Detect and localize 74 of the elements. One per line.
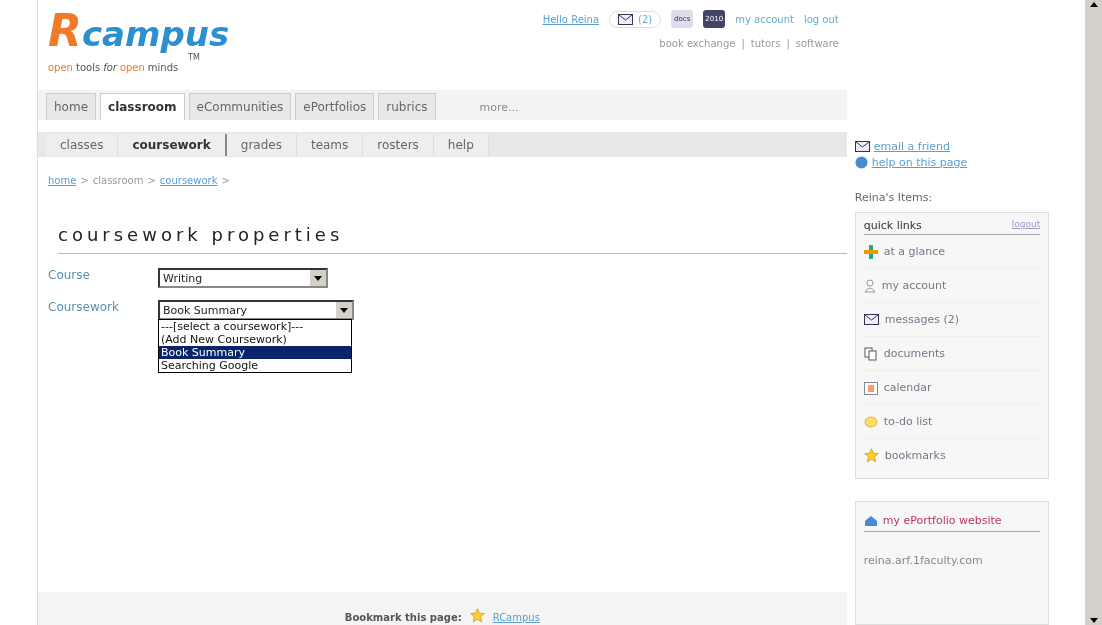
star-icon <box>863 448 879 463</box>
plus-icon <box>863 244 878 259</box>
breadcrumb-link[interactable]: home <box>48 175 77 186</box>
dropdown-option[interactable]: Book Summary <box>159 346 351 359</box>
nav-tab[interactable]: rubrics <box>378 93 436 120</box>
person-icon <box>863 278 876 293</box>
subnav-tab[interactable]: teams <box>296 133 364 156</box>
calendar-icon <box>863 380 878 395</box>
breadcrumb-separator: > <box>80 175 89 186</box>
header-link[interactable]: software <box>795 38 839 49</box>
account-link[interactable]: log out <box>803 13 839 25</box>
envelope-icon <box>863 314 879 325</box>
logo-text: campus <box>81 14 230 54</box>
tagline-word: minds <box>147 62 179 73</box>
star-icon <box>469 608 485 623</box>
note-icon <box>863 414 878 429</box>
breadcrumb-separator: > <box>147 175 156 186</box>
dropdown-option[interactable]: ---[select a coursework]--- <box>159 320 351 333</box>
sidebar-link[interactable]: help on this page <box>854 156 1050 169</box>
tagline-word: open <box>119 62 145 73</box>
subnav-tab[interactable]: grades <box>226 133 297 156</box>
scroll-down-icon[interactable] <box>1088 615 1099 625</box>
subnav-tab[interactable]: help <box>433 133 489 156</box>
logout-link[interactable]: logout <box>1011 219 1041 232</box>
tagline-word: open <box>48 62 73 73</box>
envelope-icon <box>854 141 870 152</box>
help-icon <box>854 156 868 169</box>
dropdown-option[interactable]: Searching Google <box>159 359 351 372</box>
greeting-link[interactable]: Hello Reina <box>542 13 600 25</box>
dropdown[interactable]: Book Summary <box>158 300 354 320</box>
header-link[interactable]: book exchange <box>659 38 736 49</box>
subnav-tab[interactable]: rosters <box>363 133 434 156</box>
account-link[interactable]: my account <box>735 13 794 25</box>
nav-tab[interactable]: ePortfolios <box>295 93 375 120</box>
subnav-tab[interactable]: coursework <box>118 133 227 156</box>
subnav-tab[interactable]: classes <box>46 133 119 156</box>
link-separator: | <box>786 38 790 49</box>
more-link[interactable]: more... <box>479 101 519 114</box>
link-separator: | <box>741 38 745 49</box>
field-label: Coursework <box>48 300 120 314</box>
nav-tab[interactable]: eCommunities <box>188 93 292 120</box>
panel-title: quick links <box>863 219 922 232</box>
field-label: Course <box>48 268 91 282</box>
header-link[interactable]: tutors <box>750 38 781 49</box>
dropdown[interactable]: Writing <box>158 268 328 288</box>
breadcrumb-text: classroom <box>92 175 144 186</box>
house-icon <box>863 514 878 527</box>
quick-link[interactable]: calendar <box>863 371 1041 405</box>
scroll-up-icon[interactable] <box>1088 0 1099 10</box>
quick-link[interactable]: messages (2) <box>863 303 1041 337</box>
tagline-word: for <box>103 62 117 73</box>
quick-link[interactable]: to-do list <box>863 405 1041 439</box>
page-title: coursework properties <box>58 224 847 254</box>
eportfolio-link[interactable]: my ePortfolio website <box>863 508 1041 532</box>
quick-link[interactable]: my account <box>863 269 1041 303</box>
bookmark-label: Bookmark this page: <box>344 612 462 623</box>
eportfolio-url: reina.arf.1faculty.com <box>863 554 984 567</box>
quick-link[interactable]: bookmarks <box>863 439 1041 472</box>
logo-initial: R <box>48 5 82 56</box>
nav-tab[interactable]: home <box>46 93 97 120</box>
quick-link[interactable]: at a glance <box>863 235 1041 269</box>
tagline-word: tools <box>75 62 101 73</box>
breadcrumb-link[interactable]: coursework <box>159 175 218 186</box>
dropdown-option[interactable]: (Add New Coursework) <box>159 333 351 346</box>
bookmark-link[interactable]: RCampus <box>492 612 540 623</box>
scrollbar[interactable] <box>1085 0 1102 625</box>
quick-link[interactable]: documents <box>863 337 1041 371</box>
nav-tab[interactable]: classroom <box>100 93 185 120</box>
breadcrumb-separator: > <box>221 175 230 186</box>
documents-icon <box>863 346 878 361</box>
trademark-mark: TM <box>188 54 201 62</box>
envelope-icon <box>618 13 634 25</box>
items-heading: Reina's Items: <box>854 191 934 204</box>
sidebar-link[interactable]: email a friend <box>854 140 1050 153</box>
